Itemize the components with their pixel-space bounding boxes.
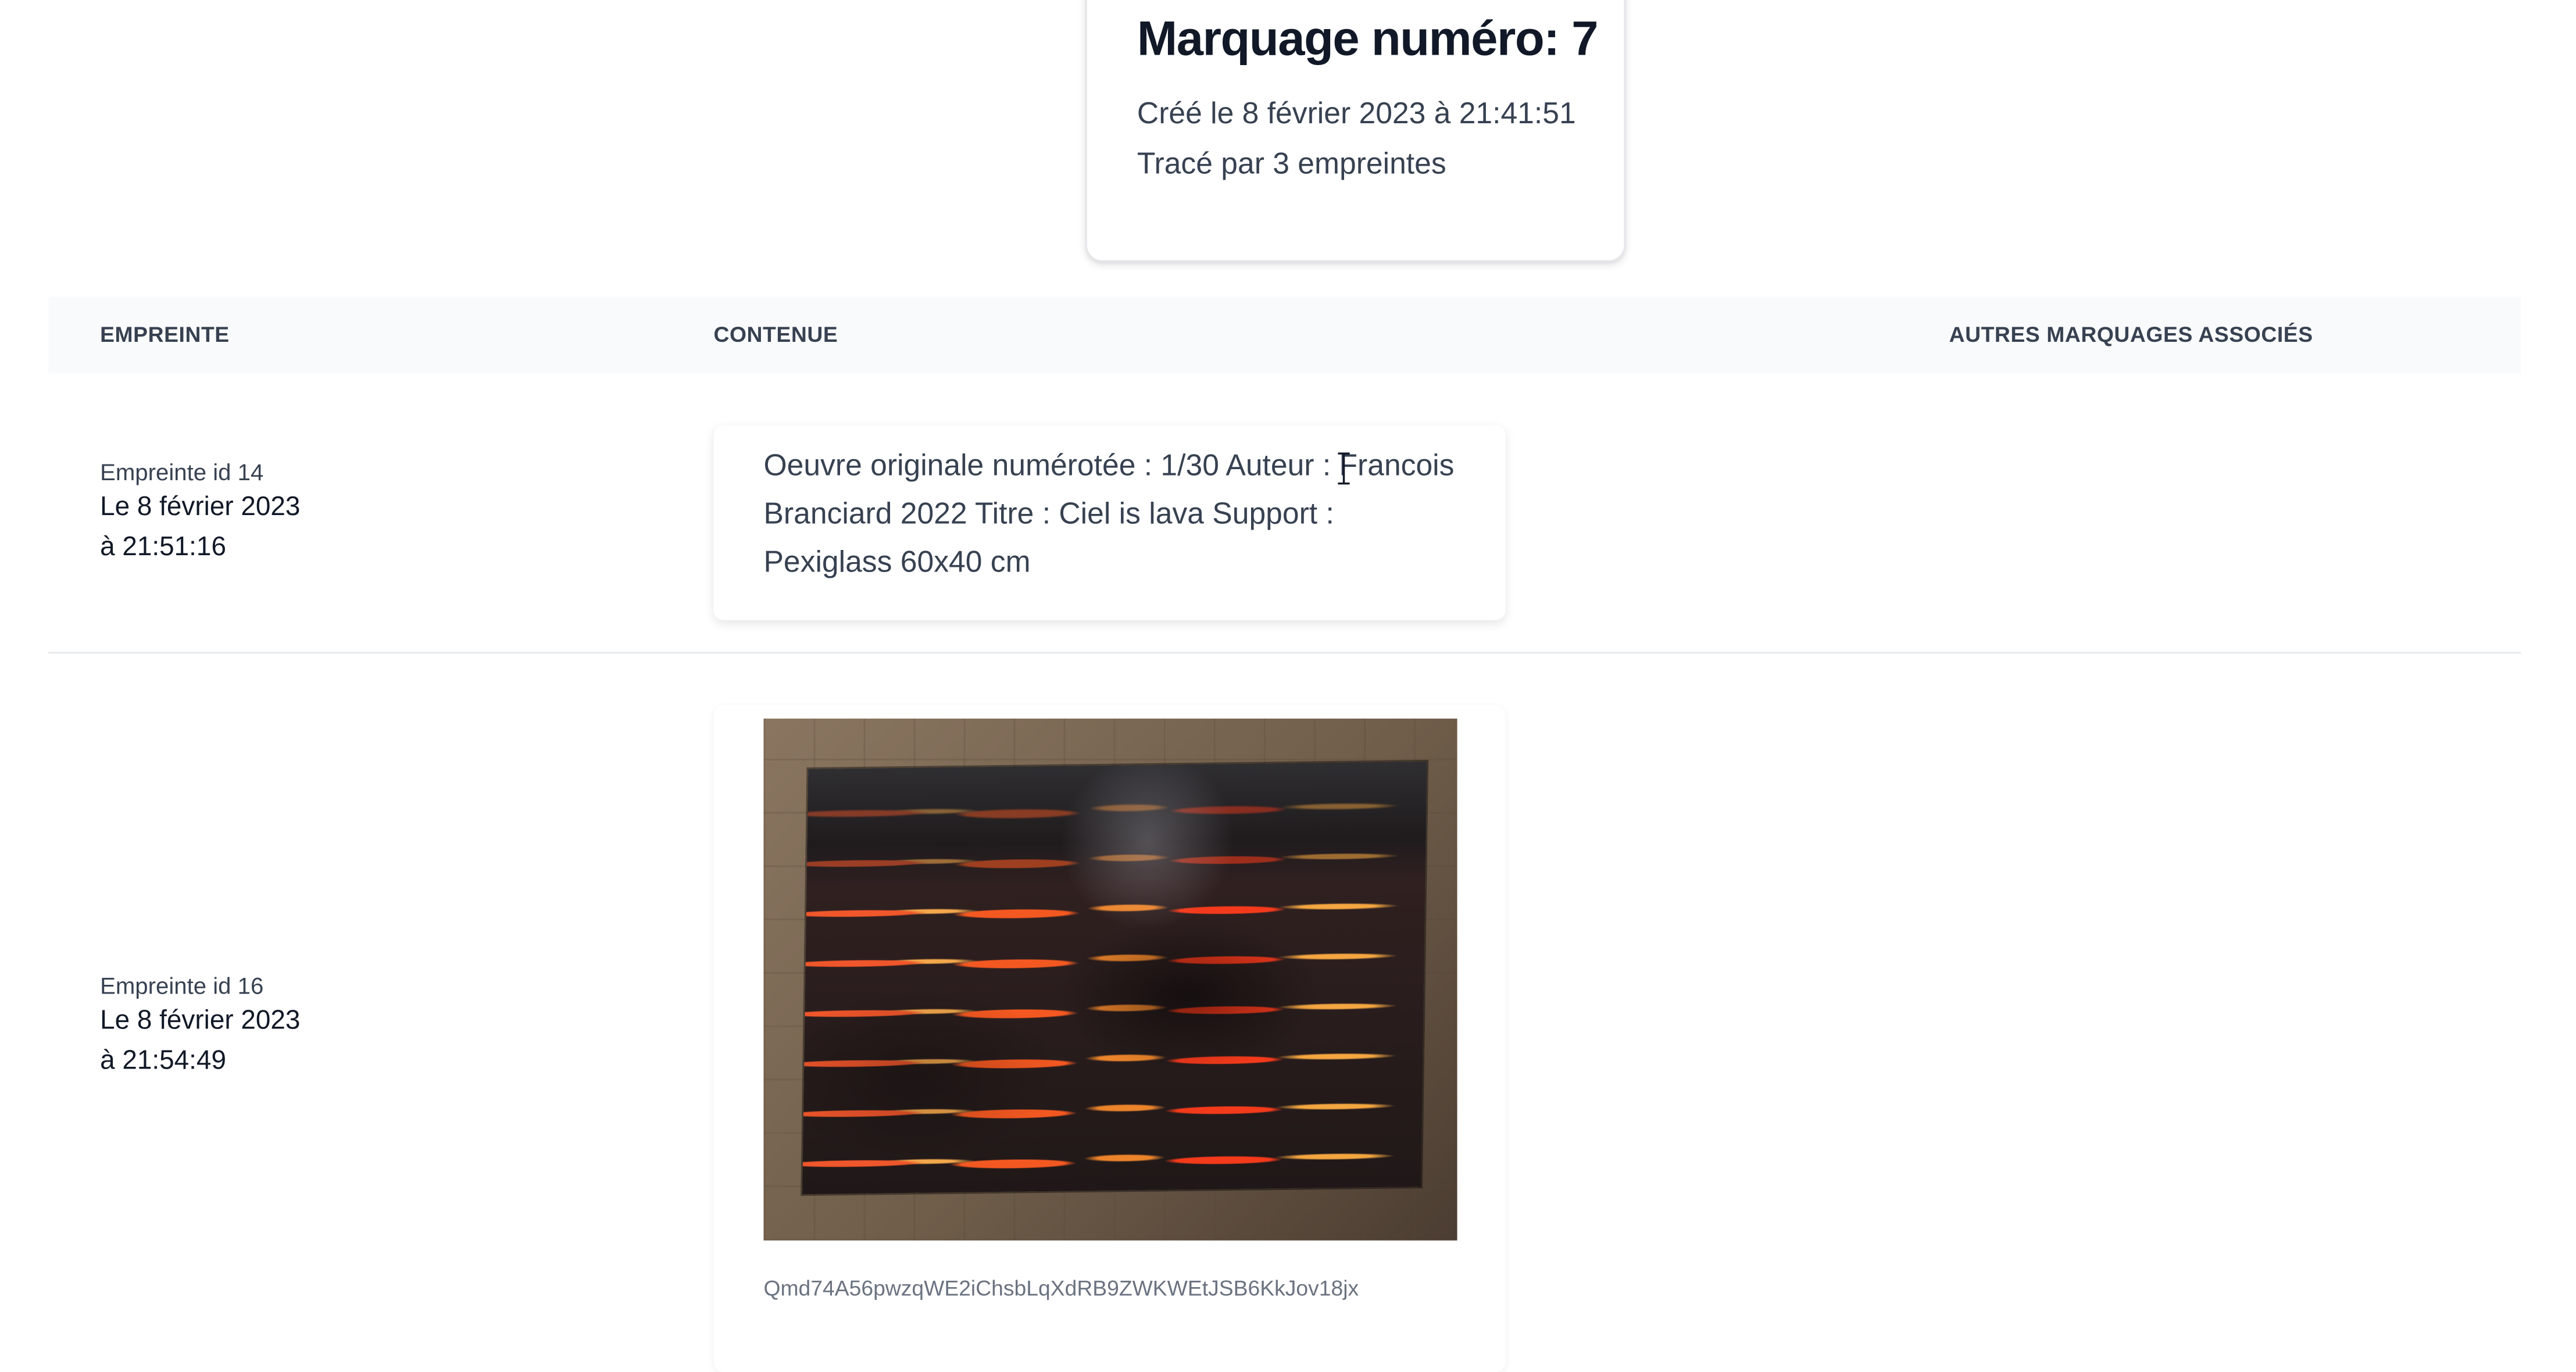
fingerprint-date: Le 8 février 2023 bbox=[100, 1007, 301, 1035]
red-sky-print bbox=[802, 761, 1427, 1195]
content-image bbox=[763, 719, 1457, 1241]
content-image-card: Qmd74A56pwzqWE2iChsbLqXdRB9ZWKWEtJSB6KkJ… bbox=[713, 705, 1506, 1372]
column-header-contenue: CONTENUE bbox=[713, 321, 838, 347]
table-header: EMPREINTE CONTENUE AUTRES MARQUAGES ASSO… bbox=[48, 296, 2521, 374]
table-row: Empreinte id 14 Le 8 février 2023 à 21:5… bbox=[48, 373, 2521, 654]
created-date: Créé le 8 février 2023 à 21:41:51 bbox=[1137, 97, 1576, 130]
image-shading bbox=[802, 761, 1427, 1195]
marking-summary-card: Marquage numéro: 7 Créé le 8 février 202… bbox=[1085, 0, 1626, 262]
fingerprint-id: Empreinte id 14 bbox=[100, 458, 264, 485]
fingerprint-time: à 21:54:49 bbox=[100, 1047, 226, 1076]
fingerprint-count: Tracé par 3 empreintes bbox=[1137, 147, 1446, 180]
table-row: Empreinte id 16 Le 8 février 2023 à 21:5… bbox=[48, 653, 2521, 1372]
content-text: Oeuvre originale numérotée : 1/30 Auteur… bbox=[763, 448, 1455, 579]
content-text-card: Oeuvre originale numérotée : 1/30 Auteur… bbox=[713, 425, 1506, 620]
fingerprint-time: à 21:51:16 bbox=[100, 533, 226, 562]
fingerprint-id: Empreinte id 16 bbox=[100, 971, 264, 999]
column-header-empreinte: EMPREINTE bbox=[100, 321, 230, 347]
marking-title: Marquage numéro: 7 bbox=[1137, 13, 1599, 67]
content-hash: Qmd74A56pwzqWE2iChsbLqXdRB9ZWKWEtJSB6KkJ… bbox=[763, 1275, 1359, 1300]
page-content: Marquage numéro: 7 Créé le 8 février 202… bbox=[0, 0, 2576, 1372]
fingerprint-date: Le 8 février 2023 bbox=[100, 493, 301, 522]
column-header-associated-markings: AUTRES MARQUAGES ASSOCIÉS bbox=[1949, 321, 2313, 347]
